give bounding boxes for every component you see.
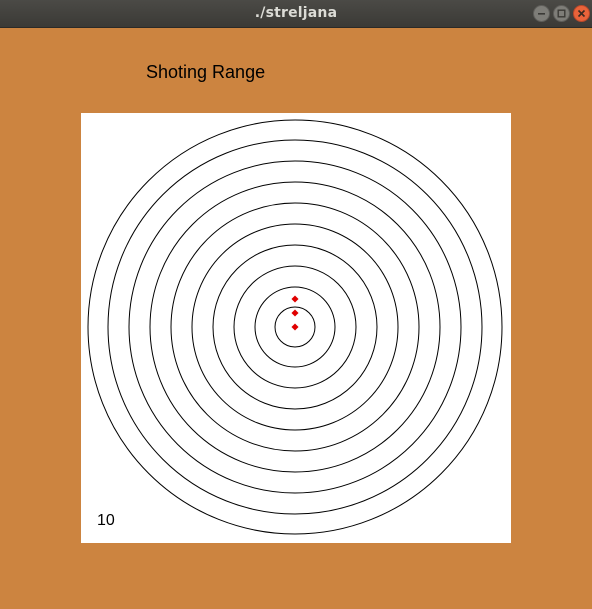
app-client-area: Shoting Range 10 xyxy=(0,28,592,609)
window-title: ./streljana xyxy=(254,5,338,21)
page-title: Shoting Range xyxy=(146,62,266,82)
close-icon xyxy=(577,9,586,18)
maximize-icon xyxy=(557,9,566,18)
minimize-button[interactable] xyxy=(533,5,550,22)
score-label: 10 xyxy=(97,512,115,529)
hit-marker xyxy=(291,323,299,331)
hit-marker xyxy=(291,295,299,303)
shooting-target[interactable]: 10 xyxy=(81,113,511,543)
target-rings[interactable] xyxy=(81,113,511,543)
hit-marker xyxy=(291,309,299,317)
maximize-button[interactable] xyxy=(553,5,570,22)
minimize-icon xyxy=(538,13,545,15)
close-button[interactable] xyxy=(573,5,590,22)
title-bar: ./streljana xyxy=(0,0,592,28)
